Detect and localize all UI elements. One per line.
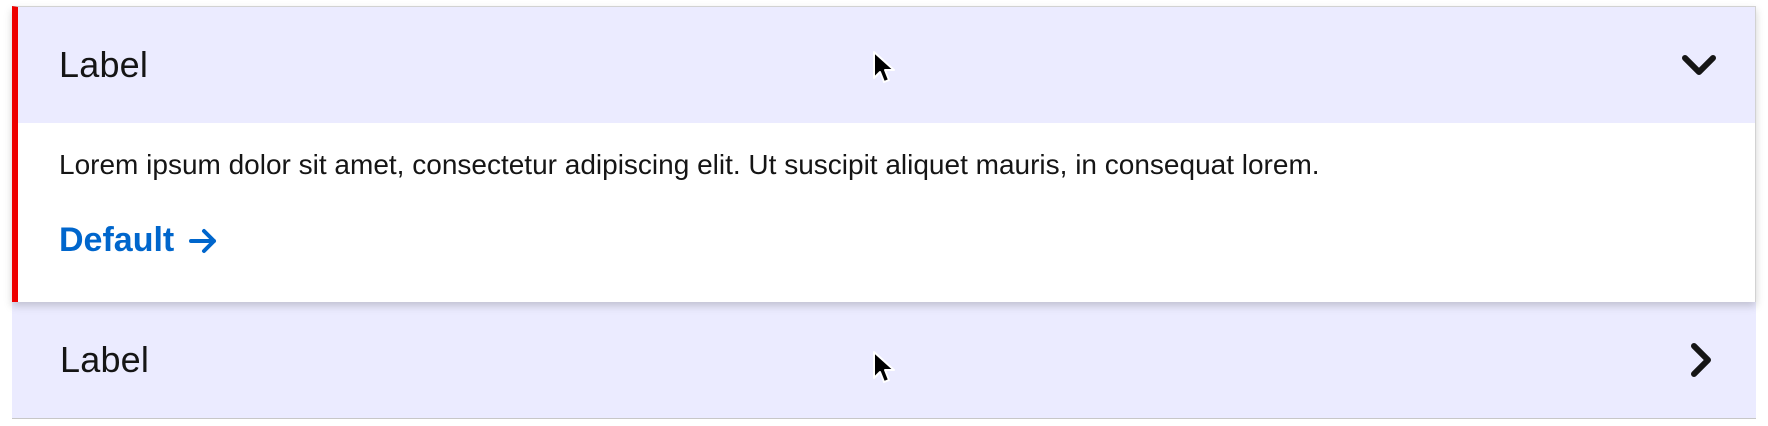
- accordion-item-collapsed: Label: [12, 302, 1756, 419]
- accordion-body-text: Lorem ipsum dolor sit amet, consectetur …: [59, 149, 1320, 180]
- accordion-toggle-2[interactable]: Label: [12, 302, 1756, 418]
- chevron-down-icon: [1682, 55, 1716, 75]
- accordion-item-expanded: Label Lorem ipsum dolor sit amet, consec…: [12, 6, 1756, 302]
- chevron-right-icon: [1691, 343, 1711, 377]
- arrow-right-icon: [189, 228, 217, 253]
- accordion-panel: Lorem ipsum dolor sit amet, consectetur …: [18, 123, 1755, 302]
- accordion-item-label: Label: [59, 44, 149, 85]
- accordion-item-label: Label: [60, 339, 150, 380]
- default-link[interactable]: Default: [59, 221, 218, 260]
- accordion: Label Lorem ipsum dolor sit amet, consec…: [12, 6, 1756, 419]
- default-link-label: Default: [59, 221, 175, 259]
- accordion-toggle-1[interactable]: Label: [18, 7, 1755, 123]
